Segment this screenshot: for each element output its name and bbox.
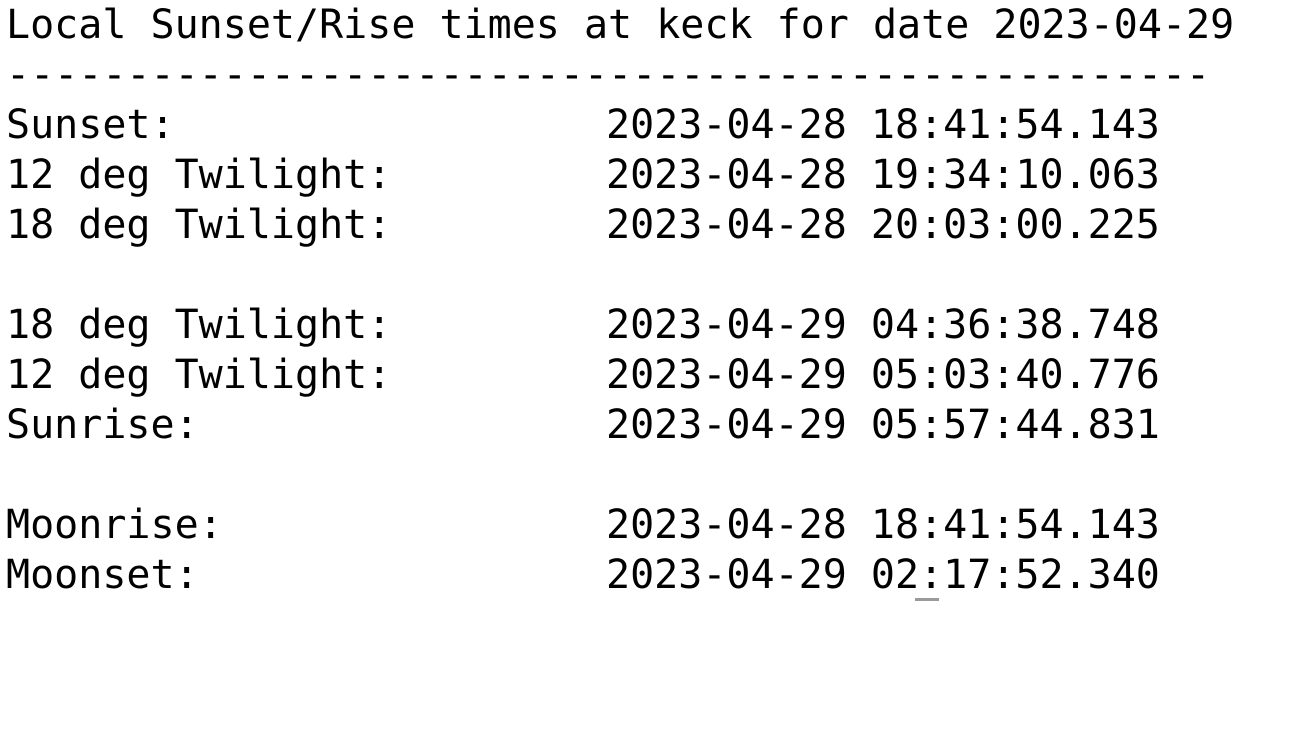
row-label: 18 deg Twilight:: [6, 202, 392, 248]
row-label: 18 deg Twilight:: [6, 302, 392, 348]
morning-12deg-twilight-row: 12 deg Twilight: 2023-04-29 05:03:40.776: [6, 350, 1296, 400]
row-value: 2023-04-28 19:34:10.063: [606, 152, 1160, 198]
text-cursor: [915, 598, 939, 601]
row-value: 2023-04-29 05:57:44.831: [606, 402, 1160, 448]
output-title: Local Sunset/Rise times at keck for date…: [6, 2, 1235, 48]
row-value: 2023-04-29 04:36:38.748: [606, 302, 1160, 348]
row-value: 2023-04-28 18:41:54.143: [606, 102, 1160, 148]
morning-18deg-twilight-row: 18 deg Twilight: 2023-04-29 04:36:38.748: [6, 300, 1296, 350]
moonrise-row: Moonrise: 2023-04-28 18:41:54.143: [6, 500, 1296, 550]
row-label: Moonrise:: [6, 502, 223, 548]
row-value: 2023-04-29 02:17:52.340: [606, 552, 1160, 598]
row-label: Sunrise:: [6, 402, 199, 448]
row-label: 12 deg Twilight:: [6, 352, 392, 398]
row-value: 2023-04-28 20:03:00.225: [606, 202, 1160, 248]
row-value: 2023-04-28 18:41:54.143: [606, 502, 1160, 548]
evening-12deg-twilight-row: 12 deg Twilight: 2023-04-28 19:34:10.063: [6, 150, 1296, 200]
terminal-output[interactable]: Local Sunset/Rise times at keck for date…: [6, 0, 1296, 602]
row-label: Sunset:: [6, 102, 175, 148]
title-underline: ----------------------------------------…: [6, 52, 1211, 98]
row-value: 2023-04-29 05:03:40.776: [606, 352, 1160, 398]
sunrise-row: Sunrise: 2023-04-29 05:57:44.831: [6, 400, 1296, 450]
row-label: Moonset:: [6, 552, 199, 598]
row-label: 12 deg Twilight:: [6, 152, 392, 198]
moonset-row: Moonset: 2023-04-29 02:17:52.340: [6, 550, 1296, 600]
evening-18deg-twilight-row: 18 deg Twilight: 2023-04-28 20:03:00.225: [6, 200, 1296, 250]
sunset-row: Sunset: 2023-04-28 18:41:54.143: [6, 100, 1296, 150]
